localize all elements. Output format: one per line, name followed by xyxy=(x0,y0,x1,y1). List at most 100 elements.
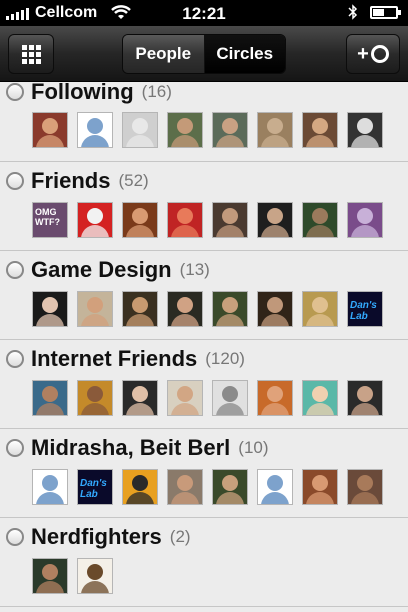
member-avatar[interactable] xyxy=(122,291,158,327)
radio-circle-icon[interactable] xyxy=(6,439,24,457)
avatar-head xyxy=(357,118,373,134)
member-avatar[interactable] xyxy=(32,291,68,327)
member-avatar[interactable] xyxy=(257,380,293,416)
status-bar: Cellcom 12:21 xyxy=(0,0,408,26)
circle-icon xyxy=(370,45,389,63)
circle-member-count: (13) xyxy=(179,260,210,279)
avatar-shoulders xyxy=(306,225,334,237)
member-avatar[interactable] xyxy=(257,202,293,238)
avatar-row xyxy=(32,380,383,416)
avatar-shoulders xyxy=(81,135,109,147)
avatar-caption: OMG WTF? xyxy=(35,207,60,227)
circle-name: Midrasha, Beit Berl xyxy=(31,435,231,460)
avatar-shoulders xyxy=(306,314,334,326)
member-avatar[interactable] xyxy=(77,291,113,327)
member-avatar[interactable] xyxy=(347,112,383,148)
circle-section[interactable]: Midrasha, Beit Berl (10) Dan's Lab xyxy=(0,429,408,518)
member-avatar[interactable]: Dan's Lab xyxy=(77,469,113,505)
avatar-shoulders xyxy=(216,492,244,504)
avatar-shoulders xyxy=(81,225,109,237)
circle-header: Midrasha, Beit Berl (10) xyxy=(6,435,269,461)
member-avatar[interactable] xyxy=(257,112,293,148)
member-avatar[interactable] xyxy=(257,291,293,327)
member-avatar[interactable] xyxy=(77,112,113,148)
bluetooth-icon xyxy=(348,4,358,20)
circle-section[interactable]: Nerdfighters (2) xyxy=(0,518,408,607)
circle-name: Friends xyxy=(31,168,111,193)
member-avatar[interactable]: OMG WTF? xyxy=(32,202,68,238)
avatar-shoulders xyxy=(171,225,199,237)
avatar-shoulders xyxy=(81,581,109,593)
member-avatar[interactable] xyxy=(347,380,383,416)
member-avatar[interactable] xyxy=(212,112,248,148)
avatar-head xyxy=(267,475,283,491)
member-avatar[interactable] xyxy=(212,202,248,238)
member-avatar[interactable] xyxy=(77,558,113,594)
circle-section[interactable]: Following (16) xyxy=(0,82,408,162)
battery-level xyxy=(373,8,384,16)
member-avatar[interactable] xyxy=(167,112,203,148)
add-circle-button[interactable]: + xyxy=(346,34,400,74)
member-avatar[interactable] xyxy=(167,469,203,505)
avatar-head xyxy=(42,386,58,402)
member-avatar[interactable] xyxy=(167,202,203,238)
avatar-head xyxy=(222,297,238,313)
member-avatar[interactable] xyxy=(32,380,68,416)
member-avatar[interactable] xyxy=(32,469,68,505)
member-avatar[interactable] xyxy=(302,469,338,505)
apps-grid-button[interactable] xyxy=(8,34,54,74)
avatar-shoulders xyxy=(216,225,244,237)
member-avatar[interactable] xyxy=(32,558,68,594)
member-avatar[interactable] xyxy=(32,112,68,148)
member-avatar[interactable] xyxy=(212,380,248,416)
member-avatar[interactable] xyxy=(122,469,158,505)
circle-member-count: (2) xyxy=(169,527,191,546)
member-avatar[interactable] xyxy=(257,469,293,505)
member-avatar[interactable] xyxy=(122,112,158,148)
avatar-shoulders xyxy=(351,403,379,415)
avatar-head xyxy=(267,386,283,402)
avatar-row: OMG WTF? xyxy=(32,202,383,238)
member-avatar[interactable] xyxy=(167,380,203,416)
member-avatar[interactable] xyxy=(167,291,203,327)
avatar-shoulders xyxy=(171,135,199,147)
battery-icon xyxy=(370,5,401,19)
avatar-shoulders xyxy=(126,314,154,326)
member-avatar[interactable] xyxy=(122,202,158,238)
member-avatar[interactable] xyxy=(77,380,113,416)
avatar-head xyxy=(222,475,238,491)
circle-section[interactable]: Internet Friends (120) xyxy=(0,340,408,429)
avatar-shoulders xyxy=(351,492,379,504)
member-avatar[interactable] xyxy=(212,469,248,505)
avatar-shoulders xyxy=(36,135,64,147)
radio-circle-icon[interactable] xyxy=(6,172,24,190)
avatar-head xyxy=(222,386,238,402)
radio-circle-icon[interactable] xyxy=(6,528,24,546)
circle-header: Game Design (13) xyxy=(6,257,210,283)
radio-circle-icon[interactable] xyxy=(6,261,24,279)
avatar-shoulders xyxy=(126,492,154,504)
circle-section[interactable]: Game Design (13) Dan's Lab xyxy=(0,251,408,340)
member-avatar[interactable] xyxy=(302,112,338,148)
member-avatar[interactable] xyxy=(302,291,338,327)
tab-people[interactable]: People xyxy=(123,35,205,73)
avatar-head xyxy=(87,564,103,580)
navigation-bar: People Circles + xyxy=(0,26,408,82)
avatar-shoulders xyxy=(351,135,379,147)
member-avatar[interactable] xyxy=(77,202,113,238)
segmented-control: People Circles xyxy=(122,34,286,74)
member-avatar[interactable] xyxy=(302,202,338,238)
member-avatar[interactable] xyxy=(347,469,383,505)
avatar-shoulders xyxy=(36,314,64,326)
member-avatar[interactable] xyxy=(122,380,158,416)
member-avatar[interactable] xyxy=(212,291,248,327)
member-avatar[interactable] xyxy=(302,380,338,416)
member-avatar[interactable]: Dan's Lab xyxy=(347,291,383,327)
avatar-head xyxy=(312,118,328,134)
circle-section[interactable]: Friends (52) OMG WTF? xyxy=(0,162,408,251)
radio-circle-icon[interactable] xyxy=(6,83,24,101)
radio-circle-icon[interactable] xyxy=(6,350,24,368)
member-avatar[interactable] xyxy=(347,202,383,238)
avatar-head xyxy=(177,297,193,313)
tab-circles[interactable]: Circles xyxy=(204,35,285,73)
